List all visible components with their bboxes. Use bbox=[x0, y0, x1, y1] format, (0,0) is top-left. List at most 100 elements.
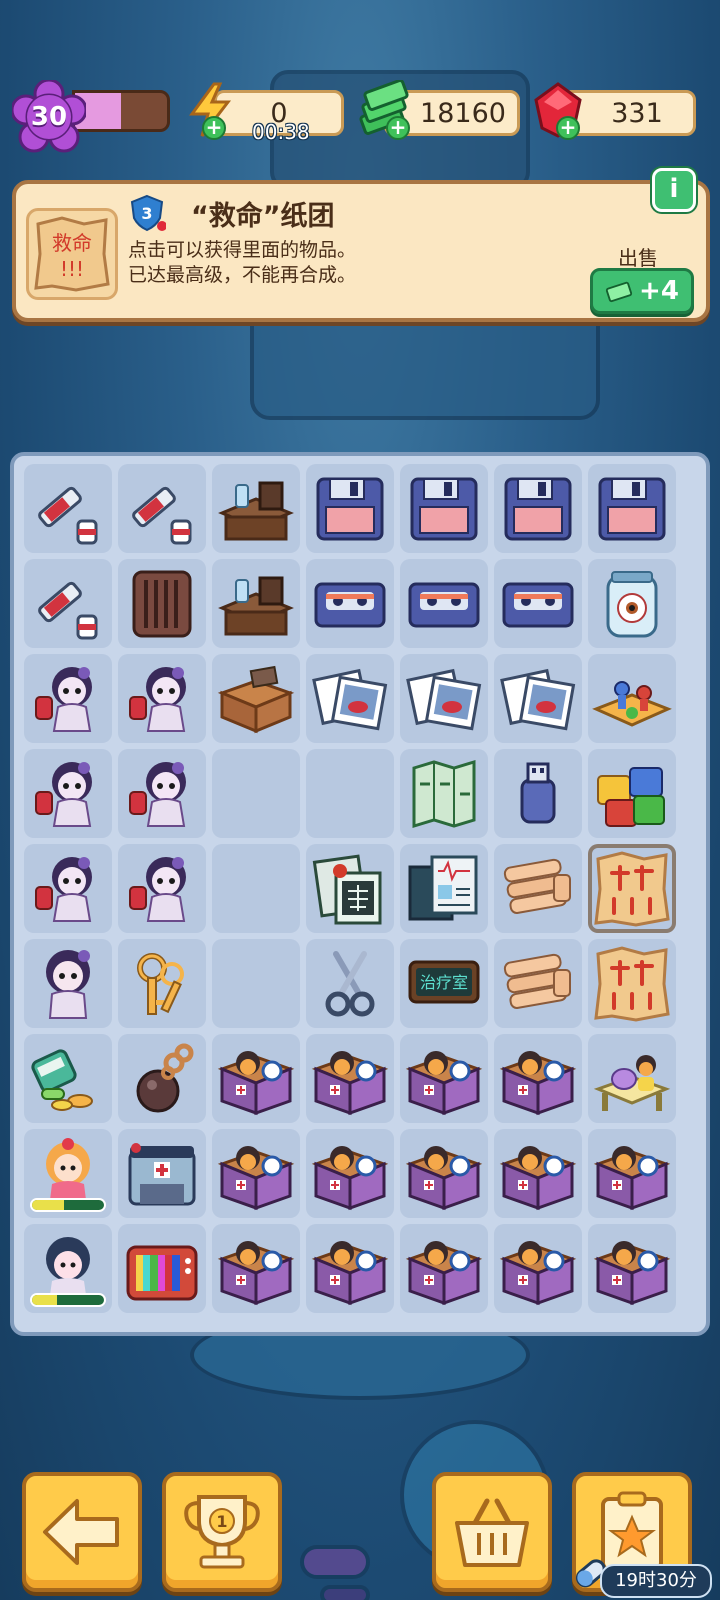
merge-board: 治疗室 bbox=[10, 452, 710, 1336]
board-cell[interactable] bbox=[306, 464, 394, 553]
bandage-icon bbox=[503, 953, 571, 1009]
board-cell[interactable] bbox=[306, 844, 394, 933]
board-cell[interactable] bbox=[118, 1034, 206, 1123]
board-cell[interactable] bbox=[306, 1034, 394, 1123]
medical-file-icon bbox=[408, 855, 478, 920]
board-cell[interactable] bbox=[494, 654, 582, 743]
board-cell[interactable] bbox=[118, 844, 206, 933]
basket-icon bbox=[455, 1498, 529, 1567]
board-cell[interactable] bbox=[400, 654, 488, 743]
board-cell[interactable] bbox=[494, 939, 582, 1028]
board-cell[interactable] bbox=[494, 749, 582, 838]
board-cell[interactable] bbox=[588, 939, 676, 1028]
add-cash-button[interactable]: + bbox=[386, 116, 410, 140]
board-cell[interactable] bbox=[400, 844, 488, 933]
ambulance-icon bbox=[128, 1142, 196, 1205]
board-cell[interactable] bbox=[588, 559, 676, 648]
board-cell[interactable] bbox=[118, 559, 206, 648]
sell-label: 出售 bbox=[618, 246, 658, 270]
board-cell[interactable] bbox=[400, 1224, 488, 1313]
board-cell[interactable] bbox=[212, 464, 300, 553]
empty-board-cell[interactable] bbox=[212, 939, 300, 1028]
board-cell[interactable] bbox=[588, 464, 676, 553]
add-energy-button[interactable]: + bbox=[202, 116, 226, 140]
board-cell[interactable] bbox=[118, 749, 206, 838]
board-cell[interactable] bbox=[588, 749, 676, 838]
girl-icon bbox=[46, 949, 90, 1019]
back-button[interactable] bbox=[22, 1472, 142, 1592]
board-cell[interactable] bbox=[118, 464, 206, 553]
empty-board-cell[interactable] bbox=[212, 749, 300, 838]
level-number: 30 bbox=[30, 102, 68, 132]
board-cell[interactable] bbox=[212, 654, 300, 743]
treasure-box-icon bbox=[405, 1240, 483, 1305]
trophy-button[interactable]: 1 bbox=[162, 1472, 282, 1592]
board-cell[interactable] bbox=[306, 1224, 394, 1313]
syringe-icon bbox=[132, 486, 192, 544]
item-level-number: 3 bbox=[141, 204, 152, 223]
pills-icon bbox=[31, 1048, 93, 1111]
board-cell[interactable] bbox=[400, 559, 488, 648]
keys-icon bbox=[137, 952, 184, 1015]
item-info-panel: 救命 !!! 3 “救命”纸团 点击可以获得里面的物品。 已达最高级，不能再合成… bbox=[12, 180, 710, 322]
board-cell[interactable] bbox=[24, 844, 112, 933]
empty-board-cell[interactable] bbox=[306, 749, 394, 838]
board-cell[interactable] bbox=[494, 1034, 582, 1123]
thumb-marks: !!! bbox=[60, 257, 84, 281]
nurse-ghost-icon bbox=[129, 761, 186, 827]
board-cell[interactable] bbox=[494, 1224, 582, 1313]
board-cell[interactable] bbox=[494, 559, 582, 648]
board-cell[interactable] bbox=[400, 464, 488, 553]
board-cell[interactable] bbox=[212, 1034, 300, 1123]
board-cell[interactable] bbox=[494, 844, 582, 933]
desk-icon bbox=[218, 481, 294, 540]
top-hud: 30 0 + 00:38 18160 + 331 + bbox=[0, 78, 720, 153]
level-badge[interactable]: 30 bbox=[12, 80, 86, 154]
board-cell[interactable] bbox=[24, 749, 112, 838]
floppy-disk-icon bbox=[316, 477, 384, 540]
board-cell[interactable] bbox=[118, 1224, 206, 1313]
board-cell[interactable] bbox=[494, 464, 582, 553]
gem-value: 331 bbox=[611, 97, 663, 129]
board-cell[interactable] bbox=[24, 1224, 112, 1313]
board-cell[interactable] bbox=[24, 559, 112, 648]
board-cell[interactable] bbox=[306, 654, 394, 743]
tv-icon bbox=[126, 1245, 198, 1300]
add-gem-button[interactable]: + bbox=[556, 116, 580, 140]
board-cell[interactable] bbox=[306, 939, 394, 1028]
board-cell[interactable]: 治疗室 bbox=[400, 939, 488, 1028]
board-cell[interactable] bbox=[306, 1129, 394, 1218]
board-cell[interactable] bbox=[118, 1129, 206, 1218]
board-cell[interactable] bbox=[306, 559, 394, 648]
item-title: “救命”纸团 bbox=[191, 201, 335, 232]
board-cell[interactable] bbox=[212, 1224, 300, 1313]
board-game-icon bbox=[592, 680, 672, 727]
cassette-icon bbox=[502, 582, 574, 627]
sign-text: 治疗室 bbox=[420, 973, 468, 992]
board-cell[interactable] bbox=[24, 654, 112, 743]
board-cell[interactable] bbox=[212, 1129, 300, 1218]
map-icon bbox=[412, 759, 476, 828]
info-button[interactable]: i bbox=[652, 168, 696, 212]
sell-button[interactable]: +4 bbox=[590, 268, 694, 314]
board-cell[interactable] bbox=[24, 939, 112, 1028]
xray-icon bbox=[312, 854, 382, 924]
board-cell[interactable] bbox=[588, 1224, 676, 1313]
board-cell[interactable] bbox=[588, 654, 676, 743]
shop-basket-button[interactable] bbox=[432, 1472, 552, 1592]
board-cell[interactable] bbox=[118, 654, 206, 743]
board-cell[interactable] bbox=[588, 1034, 676, 1123]
board-cell[interactable] bbox=[494, 1129, 582, 1218]
board-cell[interactable] bbox=[24, 1129, 112, 1218]
empty-board-cell[interactable] bbox=[212, 844, 300, 933]
board-cell[interactable] bbox=[400, 1034, 488, 1123]
board-cell[interactable] bbox=[400, 749, 488, 838]
board-cell[interactable] bbox=[588, 844, 676, 933]
floppy-disk-icon bbox=[410, 477, 478, 540]
board-cell[interactable] bbox=[212, 559, 300, 648]
board-cell[interactable] bbox=[24, 464, 112, 553]
board-cell[interactable] bbox=[118, 939, 206, 1028]
board-cell[interactable] bbox=[24, 1034, 112, 1123]
board-cell[interactable] bbox=[400, 1129, 488, 1218]
board-cell[interactable] bbox=[588, 1129, 676, 1218]
